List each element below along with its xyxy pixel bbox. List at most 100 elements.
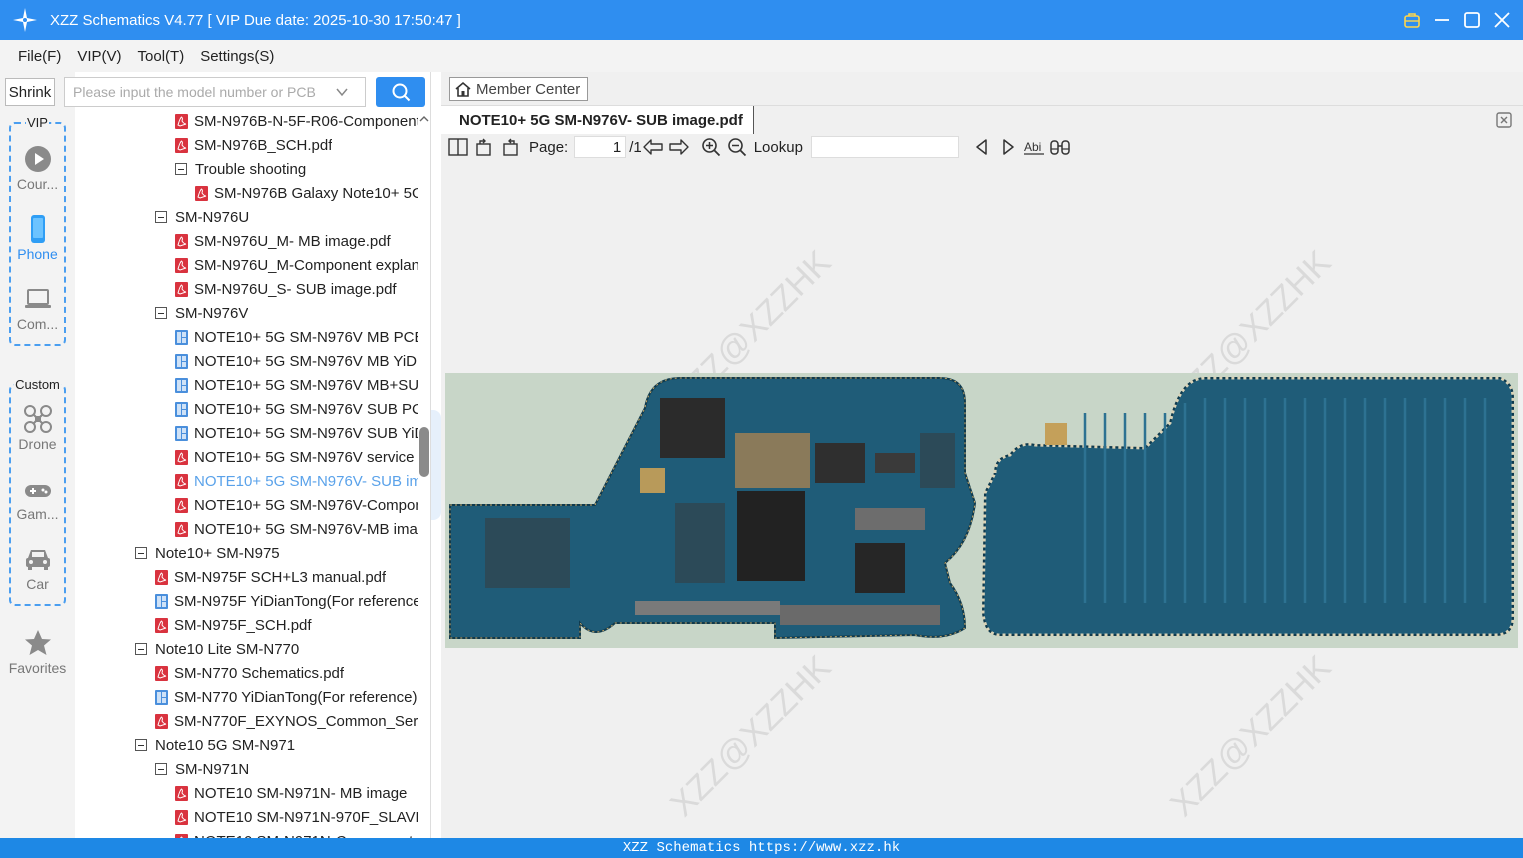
- search-button[interactable]: [376, 77, 425, 107]
- zoom-in-icon[interactable]: [700, 136, 722, 158]
- tree-file[interactable]: SM-N770F_EXYNOS_Common_Service: [155, 709, 418, 733]
- menu-settings[interactable]: Settings(S): [200, 48, 274, 65]
- pdf-file-icon: [175, 785, 188, 801]
- tree-file[interactable]: NOTE10+ 5G SM-N976V SUB PCB: [175, 397, 418, 421]
- tree-folder[interactable]: SM-N976U: [155, 205, 418, 229]
- pcb-board-file-icon: [155, 593, 168, 609]
- close-button[interactable]: [1491, 9, 1513, 31]
- page-number-input[interactable]: 1: [574, 136, 627, 158]
- tree-folder[interactable]: Note10 Lite SM-N770: [135, 637, 418, 661]
- vip-bag-icon[interactable]: [1401, 9, 1423, 31]
- tree-file[interactable]: SM-N975F YiDianTong(For reference): [155, 589, 418, 613]
- zoom-out-icon[interactable]: [726, 136, 748, 158]
- tree-file[interactable]: SM-N975F_SCH.pdf: [155, 613, 418, 637]
- tree-folder[interactable]: Note10 5G SM-N971: [135, 733, 418, 757]
- pdf-file-icon: [155, 569, 168, 585]
- tree-file[interactable]: NOTE10 SM-N971N-970F_SLAVE: [175, 805, 418, 829]
- tree-file[interactable]: SM-N770 Schematics.pdf: [155, 661, 418, 685]
- tree-scrollbar-thumb[interactable]: [419, 427, 429, 477]
- tree-item-label: Note10 5G SM-N971: [155, 736, 296, 754]
- rail-item-drone[interactable]: Drone: [0, 404, 75, 452]
- tree-folder[interactable]: Trouble shooting: [175, 157, 418, 181]
- lookup-input[interactable]: [810, 136, 959, 158]
- member-center-button[interactable]: Member Center: [449, 77, 588, 101]
- tree-item-label: Note10 Lite SM-N770: [155, 640, 300, 658]
- tree-file[interactable]: SM-N770 YiDianTong(For reference): [155, 685, 418, 709]
- rail-item-favorites[interactable]: Favorites: [0, 628, 75, 676]
- file-tree: SM-N976B-N-5F-R06-Component SM-N976B_SCH.…: [75, 109, 420, 838]
- rail-item-courses[interactable]: Cour...: [0, 144, 75, 192]
- rail-item-computer[interactable]: Com...: [0, 284, 75, 332]
- tree-file[interactable]: NOTE10+ 5G SM-N976V MB PCB: [175, 325, 418, 349]
- tree-folder[interactable]: SM-N971N: [155, 757, 418, 781]
- close-tab-icon[interactable]: [1495, 111, 1513, 129]
- rail-item-phone[interactable]: Phone: [0, 214, 75, 262]
- tree-file[interactable]: NOTE10+ 5G SM-N976V MB YiDianTong: [175, 349, 418, 373]
- binoculars-icon[interactable]: [1049, 136, 1071, 158]
- laptop-icon: [24, 289, 51, 308]
- next-page-icon[interactable]: [668, 136, 690, 158]
- prev-page-icon[interactable]: [642, 136, 664, 158]
- tree-file[interactable]: SM-N976U_M-Component explanation: [175, 253, 418, 277]
- pdf-viewer[interactable]: XZZ@XZZHK XZZ@XZZHK XZZ@XZZHK XZZ@XZZHK: [441, 162, 1523, 838]
- tree-item-label: NOTE10+ 5G SM-N976V MB+SUB: [194, 376, 418, 394]
- tree-file[interactable]: NOTE10+ 5G SM-N976V MB+SUB: [175, 373, 418, 397]
- pdf-file-icon: [175, 233, 188, 249]
- tree-file[interactable]: NOTE10+ 5G SM-N976V-MB image.pdf: [175, 517, 418, 541]
- collapse-toggle-icon[interactable]: [155, 307, 167, 319]
- tree-file[interactable]: SM-N976U_S- SUB image.pdf: [175, 277, 418, 301]
- menu-tool[interactable]: Tool(T): [138, 48, 185, 65]
- tree-file[interactable]: NOTE10+ 5G SM-N976V SUB YiDianTong: [175, 421, 418, 445]
- play-icon: [24, 146, 51, 172]
- rail-item-game[interactable]: Gam...: [0, 478, 75, 522]
- minimize-button[interactable]: [1431, 9, 1453, 31]
- tree-file[interactable]: NOTE10+ 5G SM-N976V service: [175, 445, 418, 469]
- pdf-file-icon: [155, 665, 168, 681]
- pdf-file-icon: [195, 185, 208, 201]
- collapse-toggle-icon[interactable]: [175, 163, 187, 175]
- tree-file[interactable]: NOTE10 SM-N971N-Component: [175, 829, 418, 838]
- tree-file[interactable]: SM-N976B_SCH.pdf: [175, 133, 418, 157]
- collapse-toggle-icon[interactable]: [135, 739, 147, 751]
- collapse-toggle-icon[interactable]: [135, 547, 147, 559]
- tree-item-label: SM-N770 Schematics.pdf: [174, 664, 345, 682]
- maximize-button[interactable]: [1461, 9, 1483, 31]
- collapse-toggle-icon[interactable]: [155, 763, 167, 775]
- pdf-file-icon: [155, 617, 168, 633]
- phone-icon: [30, 215, 45, 243]
- tree-file[interactable]: SM-N976U_M- MB image.pdf: [175, 229, 418, 253]
- menu-file[interactable]: File(F): [18, 48, 61, 65]
- sidebar-toggle-icon[interactable]: [447, 136, 469, 158]
- collapse-toggle-icon[interactable]: [135, 643, 147, 655]
- tree-item-label: Trouble shooting: [195, 160, 307, 178]
- file-tree-panel: SM-N976B-N-5F-R06-Component SM-N976B_SCH.…: [64, 72, 431, 838]
- panel-splitter[interactable]: [431, 410, 441, 520]
- match-case-icon[interactable]: Abi: [1023, 136, 1045, 158]
- tree-file[interactable]: SM-N976B Galaxy Note10+ 5G: [195, 181, 418, 205]
- model-search-input[interactable]: [65, 84, 335, 100]
- tree-item-label: NOTE10+ 5G SM-N976V-MB image.pdf: [194, 520, 418, 538]
- document-tab[interactable]: NOTE10+ 5G SM-N976V- SUB image.pdf: [441, 106, 754, 134]
- rail-item-car[interactable]: Car: [0, 544, 75, 592]
- tree-file[interactable]: SM-N975F SCH+L3 manual.pdf: [155, 565, 418, 589]
- shrink-button[interactable]: Shrink: [5, 78, 55, 106]
- rotate-right-icon[interactable]: [499, 136, 521, 158]
- pcb-board-file-icon: [175, 329, 188, 345]
- find-next-icon[interactable]: [997, 136, 1019, 158]
- tree-folder[interactable]: SM-N976V: [155, 301, 418, 325]
- tree-folder[interactable]: Note10+ SM-N975: [135, 541, 418, 565]
- tree-file[interactable]: SM-N976B-N-5F-R06-Component: [175, 109, 418, 133]
- menu-vip[interactable]: VIP(V): [77, 48, 121, 65]
- tree-file[interactable]: NOTE10 SM-N971N- MB image: [175, 781, 418, 805]
- pdf-file-icon: [175, 137, 188, 153]
- find-prev-icon[interactable]: [971, 136, 993, 158]
- gamepad-icon: [24, 485, 51, 497]
- chevron-down-icon[interactable]: [335, 85, 349, 99]
- scroll-up-icon[interactable]: [419, 114, 429, 124]
- collapse-toggle-icon[interactable]: [155, 211, 167, 223]
- tree-file[interactable]: NOTE10+ 5G SM-N976V- SUB image.pdf: [175, 469, 418, 493]
- pdf-file-icon: [175, 473, 188, 489]
- rotate-left-icon[interactable]: [473, 136, 495, 158]
- tree-file[interactable]: NOTE10+ 5G SM-N976V-Component: [175, 493, 418, 517]
- tree-item-label: SM-N975F_SCH.pdf: [174, 616, 312, 634]
